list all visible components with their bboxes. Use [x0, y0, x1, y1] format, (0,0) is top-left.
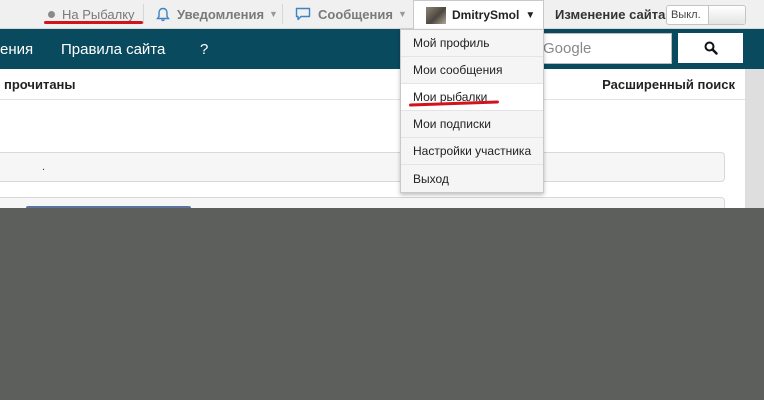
nav-link-partial[interactable]: ения	[0, 29, 33, 69]
bell-icon	[156, 7, 170, 21]
user-name: DmitrySmol	[452, 8, 520, 22]
search-icon	[704, 41, 718, 55]
messages-button[interactable]: Сообщения ▼	[295, 0, 407, 28]
sub-bar: прочитаны Расширенный поиск	[0, 69, 745, 100]
chevron-down-icon: ▼	[269, 9, 278, 19]
nav-link-rules[interactable]: Правила сайта	[61, 29, 165, 69]
menu-item-posts[interactable]: Мои сообщения	[401, 57, 543, 84]
alerts-button[interactable]: Уведомления ▼	[156, 0, 278, 28]
nav-link-help[interactable]: ?	[200, 29, 208, 69]
overlay	[0, 208, 764, 400]
alerts-label: Уведомления	[177, 6, 265, 22]
menu-item-fishing[interactable]: Мои рыбалки	[401, 84, 543, 111]
separator	[143, 4, 144, 24]
content-box	[0, 197, 725, 208]
site-edit-label: Изменение сайта:	[555, 6, 670, 22]
forum-page: На Рыбалку Уведомления ▼ Сообщения ▼ Dmi…	[0, 0, 764, 208]
annotation-underline	[44, 21, 143, 24]
avatar	[426, 6, 446, 24]
menu-item-profile[interactable]: Мой профиль	[401, 30, 543, 57]
menu-item-settings[interactable]: Настройки участника	[401, 138, 543, 165]
user-dropdown-menu: Мой профиль Мои сообщения Мои рыбалки Мо…	[400, 29, 544, 193]
search-button[interactable]	[677, 32, 744, 64]
menu-item-subscriptions[interactable]: Мои подписки	[401, 111, 543, 138]
top-bar: На Рыбалку Уведомления ▼ Сообщения ▼ Dmi…	[0, 0, 764, 29]
status-dot-icon	[48, 10, 55, 18]
chat-bubble-icon	[295, 7, 311, 21]
content-box: .	[0, 152, 725, 182]
content-box-text: .	[42, 161, 46, 173]
search-input[interactable]: Google	[534, 33, 672, 64]
chevron-down-icon: ▼	[397, 9, 407, 19]
home-link-label: На Рыбалку	[62, 6, 135, 22]
advanced-search-link[interactable]: Расширенный поиск	[602, 69, 735, 100]
menu-item-logout[interactable]: Выход	[401, 165, 543, 192]
scrollbar[interactable]	[745, 69, 764, 208]
search-placeholder: Google	[543, 40, 592, 57]
user-menu-button[interactable]: DmitrySmol ▼	[413, 0, 544, 29]
mark-read-link[interactable]: прочитаны	[4, 69, 76, 100]
chevron-down-icon: ▼	[525, 9, 536, 21]
toggle-state: Выкл.	[671, 9, 701, 21]
separator	[282, 4, 283, 24]
messages-label: Сообщения	[318, 6, 393, 22]
toggle-knob	[708, 6, 745, 24]
site-edit-toggle[interactable]: Выкл.	[666, 5, 746, 25]
